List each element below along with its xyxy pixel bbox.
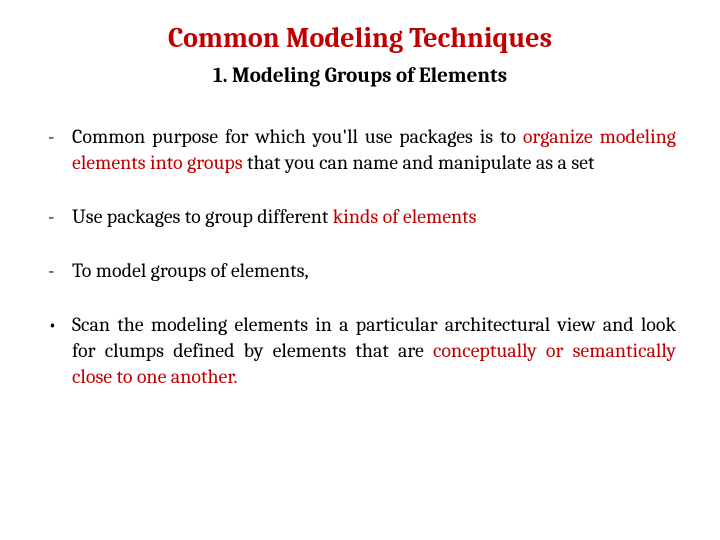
slide: Common Modeling Techniques 1. Modeling G… (0, 0, 720, 540)
body-text: To model groups of elements, (72, 259, 309, 282)
list-item: To model groups of elements, (44, 258, 676, 284)
list-item: Use packages to group different kinds of… (44, 204, 676, 230)
slide-subtitle: 1. Modeling Groups of Elements (44, 64, 676, 88)
body-text: Use packages to group different (72, 205, 333, 228)
body-text: Common purpose for which you'll use pack… (72, 125, 523, 148)
body-text: that you can name and manipulate as a se… (243, 151, 595, 174)
highlight-text: kinds of elements (333, 205, 477, 228)
list-item: Scan the modeling elements in a particul… (44, 312, 676, 390)
list-item: Common purpose for which you'll use pack… (44, 124, 676, 176)
slide-title: Common Modeling Techniques (44, 22, 676, 54)
content-list: Common purpose for which you'll use pack… (44, 124, 676, 390)
